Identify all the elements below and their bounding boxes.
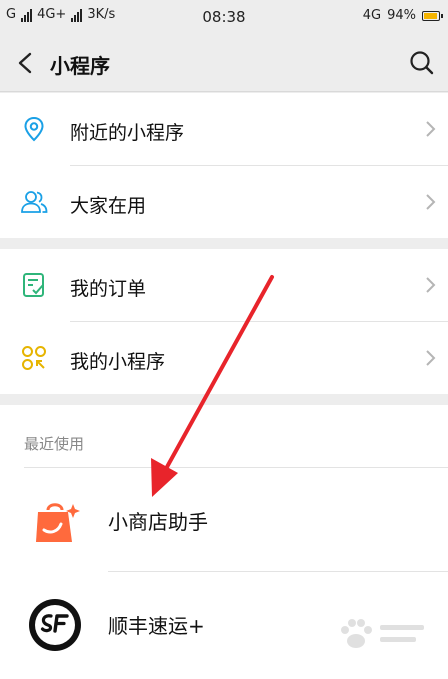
- recent-app-name: 小商店助手: [108, 510, 208, 534]
- status-right: 4G 94%: [362, 8, 443, 23]
- back-arrow-icon[interactable]: [12, 48, 40, 78]
- chevron-right-icon: [426, 194, 436, 210]
- chevron-right-icon: [426, 121, 436, 137]
- menu-item-label: 我的小程序: [70, 351, 166, 373]
- chevron-right-icon: [426, 277, 436, 293]
- menu-item-orders[interactable]: 我的订单: [0, 249, 448, 321]
- mini-program-icon: [22, 346, 46, 370]
- menu-section-2: 我的订单 我的小程序: [0, 249, 448, 394]
- paw-watermark-icon: [341, 619, 424, 648]
- search-icon[interactable]: [408, 48, 436, 78]
- battery-percent: 94%: [387, 8, 416, 23]
- recent-app-shop-assistant[interactable]: 小商店助手: [0, 468, 448, 572]
- battery-fill: [424, 12, 437, 19]
- users-icon: [21, 191, 48, 213]
- location-pin-icon: [24, 116, 44, 142]
- menu-item-nearby[interactable]: 附近的小程序: [0, 93, 448, 165]
- status-bar: G 4G+ 3K/s 08:38 4G 94%: [0, 0, 448, 34]
- chevron-right-icon: [426, 350, 436, 366]
- page-title: 小程序: [50, 54, 110, 78]
- sf-express-logo-icon: [29, 599, 81, 651]
- menu-item-label: 大家在用: [70, 195, 147, 217]
- nav-bar: 小程序: [0, 34, 448, 92]
- battery-icon: [422, 10, 443, 21]
- recent-heading: 最近使用: [24, 435, 85, 453]
- menu-item-my-miniprograms[interactable]: 我的小程序: [0, 322, 448, 394]
- network-type-right: 4G: [362, 8, 382, 23]
- shopping-bag-icon: [36, 503, 80, 542]
- menu-item-label: 我的订单: [70, 278, 147, 300]
- menu-section-1: 附近的小程序 大家在用: [0, 93, 448, 238]
- order-list-icon: [23, 273, 44, 297]
- menu-item-label: 附近的小程序: [70, 122, 185, 144]
- menu-item-popular[interactable]: 大家在用: [0, 166, 448, 238]
- recent-app-name: 顺丰速运+: [108, 614, 205, 638]
